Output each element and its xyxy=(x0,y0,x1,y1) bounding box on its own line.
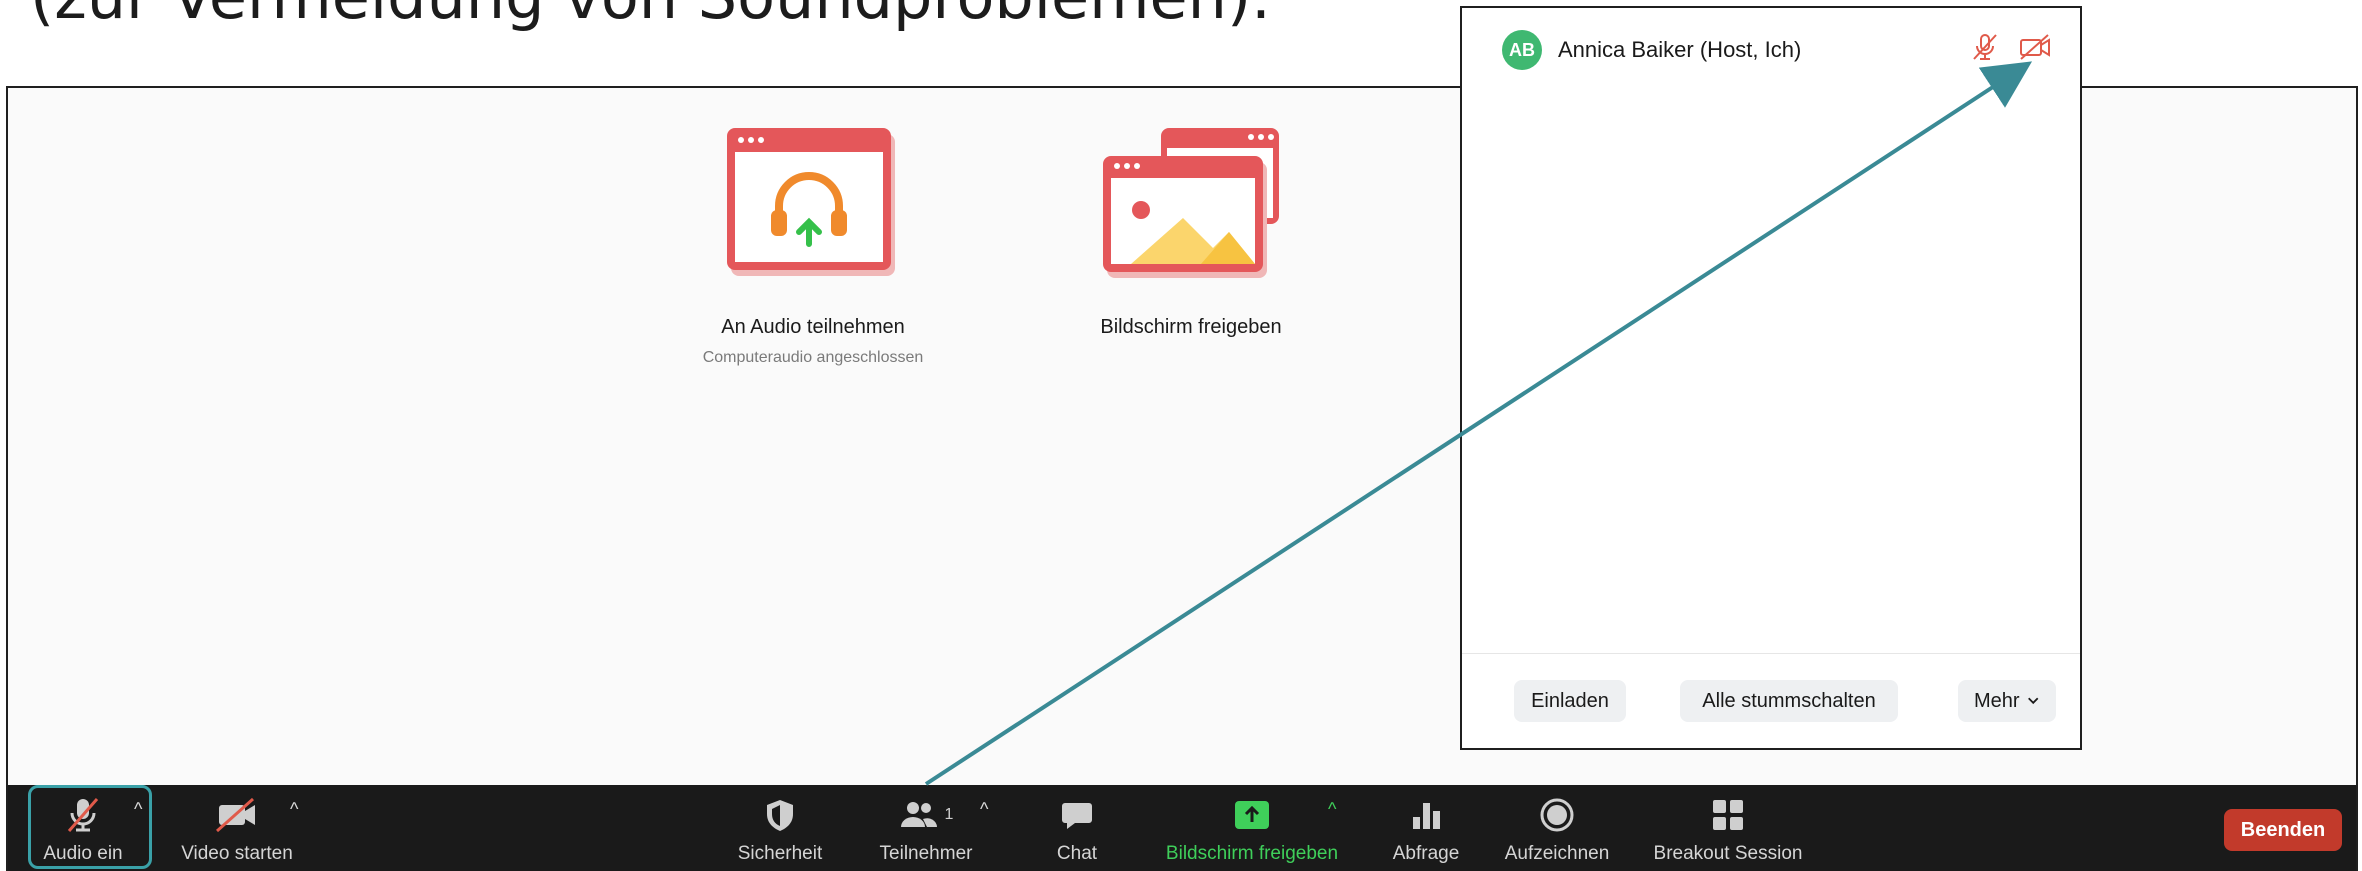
audio-label: Audio ein xyxy=(43,843,123,864)
participant-name: Annica Baiker (Host, Ich) xyxy=(1558,37,1802,62)
participants-count: 1 xyxy=(944,806,954,823)
audio-button[interactable]: Audio ein xyxy=(28,785,138,871)
record-button[interactable]: Aufzeichnen xyxy=(1492,785,1622,871)
share-options-caret[interactable]: ^ xyxy=(1328,799,1336,820)
video-off-icon[interactable] xyxy=(2018,32,2052,62)
share-screen-button-label: Bildschirm freigeben xyxy=(1165,843,1339,864)
record-icon xyxy=(1540,798,1574,832)
join-audio-tile[interactable]: An Audio teilnehmen Computeraudio angesc… xyxy=(678,128,948,367)
participants-button[interactable]: 1 Teilnehmer xyxy=(866,785,986,871)
microphone-muted-icon xyxy=(67,798,99,832)
participants-panel-footer: Einladen Alle stummschalten Mehr xyxy=(1462,653,2080,748)
shield-icon xyxy=(767,800,793,831)
participants-label: Teilnehmer xyxy=(879,843,973,864)
share-screen-tile[interactable]: Bildschirm freigeben xyxy=(1056,128,1326,339)
mute-all-button[interactable]: Alle stummschalten xyxy=(1680,680,1898,722)
share-screen-button[interactable]: Bildschirm freigeben xyxy=(1142,785,1362,871)
chat-icon xyxy=(1062,803,1092,829)
microphone-muted-icon[interactable] xyxy=(1970,32,2000,62)
meeting-toolbar: Audio ein ^ Video starten ^ Sicherheit 1… xyxy=(8,785,2356,871)
breakout-icon xyxy=(1713,800,1743,830)
video-off-icon xyxy=(216,797,255,833)
chevron-down-icon xyxy=(2027,697,2038,705)
breakout-button[interactable]: Breakout Session xyxy=(1638,785,1818,871)
poll-label: Abfrage xyxy=(1392,843,1460,864)
participant-status-icons xyxy=(1970,32,2052,62)
video-button[interactable]: Video starten xyxy=(172,785,302,871)
more-button[interactable]: Mehr xyxy=(1958,680,2056,722)
security-label: Sicherheit xyxy=(737,843,823,864)
audio-options-caret[interactable]: ^ xyxy=(134,799,142,820)
breakout-label: Breakout Session xyxy=(1653,843,1803,864)
participants-panel: AB Annica Baiker (Host, Ich) Einladen Al… xyxy=(1460,6,2082,750)
caption-text: (zur Vermeidung von Soundproblemen). xyxy=(30,0,1271,33)
avatar: AB xyxy=(1502,30,1542,70)
participants-options-caret[interactable]: ^ xyxy=(980,799,988,820)
share-screen-label: Bildschirm freigeben xyxy=(1100,316,1282,338)
video-label: Video starten xyxy=(181,843,293,864)
join-audio-sublabel: Computeraudio angeschlossen xyxy=(702,349,924,366)
share-screen-icon xyxy=(1235,801,1269,829)
headphones-icon xyxy=(727,128,895,276)
picture-icon xyxy=(1103,128,1279,278)
more-label: Mehr xyxy=(1974,689,2020,712)
video-options-caret[interactable]: ^ xyxy=(290,799,298,820)
security-button[interactable]: Sicherheit xyxy=(720,785,840,871)
poll-button[interactable]: Abfrage xyxy=(1376,785,1476,871)
end-meeting-button[interactable]: Beenden xyxy=(2224,809,2342,851)
participants-icon xyxy=(900,802,937,827)
chat-label: Chat xyxy=(1056,843,1098,864)
record-label: Aufzeichnen xyxy=(1504,843,1610,864)
poll-icon xyxy=(1413,803,1440,829)
participant-row[interactable]: AB Annica Baiker (Host, Ich) xyxy=(1502,30,1801,70)
join-audio-label: An Audio teilnehmen xyxy=(721,316,905,338)
chat-button[interactable]: Chat xyxy=(1032,785,1122,871)
invite-button[interactable]: Einladen xyxy=(1514,680,1626,722)
